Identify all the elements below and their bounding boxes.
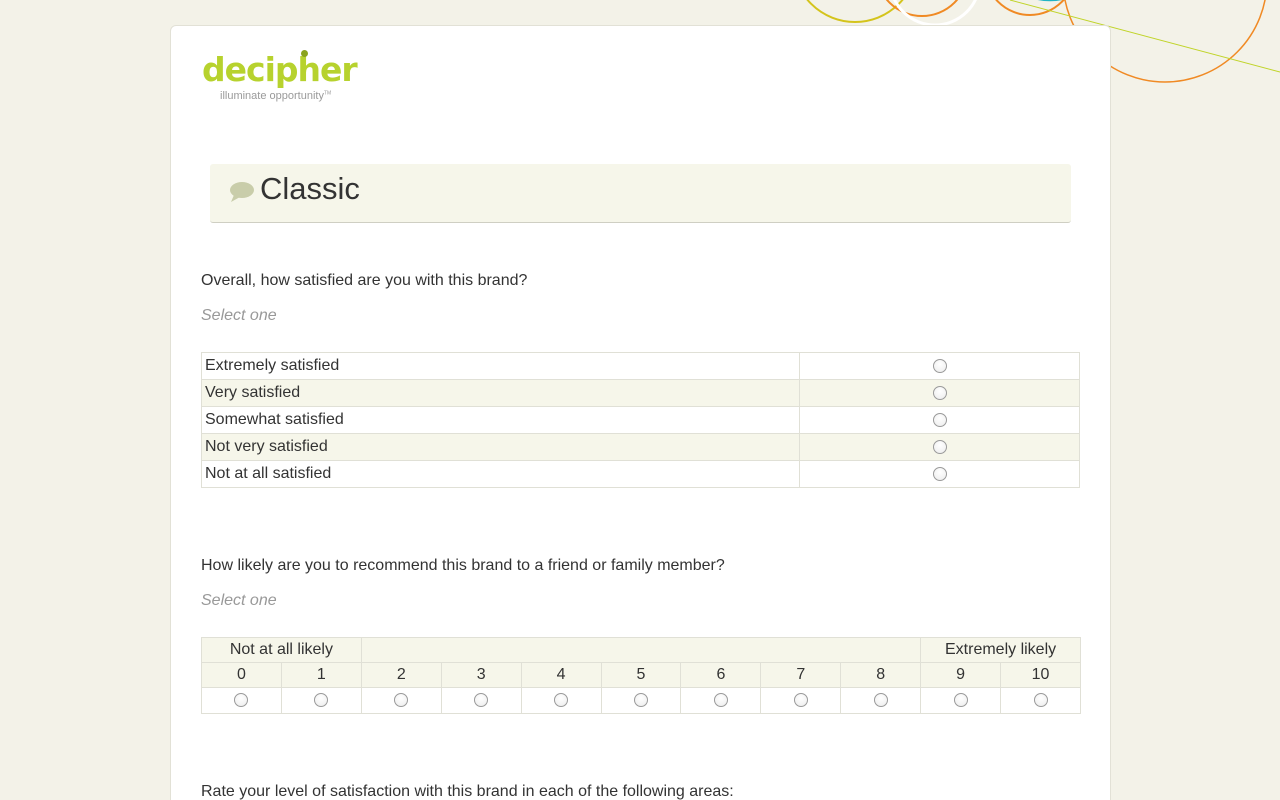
q2-scale-number: 9 [920,662,1002,688]
q2-scale-number: 4 [520,662,602,688]
q2-anchor-spacer [360,637,922,663]
radio-button[interactable] [234,693,249,708]
q1-question-text: Overall, how satisfied are you with this… [201,272,528,289]
logo-dot [301,50,308,57]
q1-option-row[interactable]: Very satisfied [201,379,1080,407]
q2-radio-cell[interactable] [440,687,522,714]
q2-radio-cell[interactable] [1000,687,1081,714]
logo-tagline: illuminate opportunityTM [220,90,331,102]
q1-option-cell[interactable] [799,433,1080,461]
q1-option-cell[interactable] [799,406,1080,434]
survey-page: decipher illuminate opportunityTM Classi… [170,25,1111,800]
q2-scale-number: 1 [280,662,362,688]
radio-button[interactable] [932,439,947,454]
logo-tagline-text: illuminate opportunity [220,90,324,102]
q2-radio-cell[interactable] [360,687,442,714]
radio-button[interactable] [554,693,569,708]
q1-option-row[interactable]: Somewhat satisfied [201,406,1080,434]
radio-button[interactable] [932,412,947,427]
radio-button[interactable] [873,693,888,708]
page-title-box: Classic [210,164,1071,223]
q1-option-cell[interactable] [799,460,1080,488]
q1-instruction: Select one [201,307,277,324]
q2-scale-number: 6 [680,662,762,688]
radio-button[interactable] [474,693,489,708]
radio-button[interactable] [633,693,648,708]
q2-scale-number: 8 [840,662,922,688]
q2-scale-number: 3 [440,662,522,688]
radio-button[interactable] [932,466,947,481]
radio-button[interactable] [953,693,968,708]
radio-button[interactable] [394,693,409,708]
page-title: Classic [260,171,360,206]
q2-radio-cell[interactable] [840,687,922,714]
radio-button[interactable] [793,693,808,708]
q2-scale-number: 5 [600,662,682,688]
q2-question-text: How likely are you to recommend this bra… [201,557,725,574]
q2-radio-cell[interactable] [280,687,362,714]
q1-option-label: Not at all satisfied [201,460,800,488]
q2-scale-number: 7 [760,662,842,688]
q2-scale-table: Not at all likely Extremely likely 0 1 2… [201,637,1081,714]
q2-radio-cell[interactable] [920,687,1002,714]
q1-option-row[interactable]: Not very satisfied [201,433,1080,461]
q1-option-row[interactable]: Not at all satisfied [201,460,1080,488]
q1-option-row[interactable]: Extremely satisfied [201,352,1080,380]
radio-button[interactable] [932,358,947,373]
q2-scale-number: 10 [1000,662,1081,688]
q2-radio-cell[interactable] [520,687,602,714]
q3-question-text: Rate your level of satisfaction with thi… [201,783,734,800]
radio-button[interactable] [713,693,728,708]
q2-instruction: Select one [201,592,277,609]
q1-option-label: Not very satisfied [201,433,800,461]
q2-low-anchor: Not at all likely [201,637,362,663]
q2-radio-cell[interactable] [201,687,282,714]
q2-radio-cell[interactable] [600,687,682,714]
q2-number-row: 0 1 2 3 4 5 6 7 8 9 10 [201,662,1081,688]
radio-button[interactable] [314,693,329,708]
radio-button[interactable] [932,385,947,400]
q2-radio-cell[interactable] [760,687,842,714]
radio-button[interactable] [1033,693,1048,708]
q1-option-label: Somewhat satisfied [201,406,800,434]
logo-tagline-mark: TM [323,90,332,97]
q2-high-anchor: Extremely likely [920,637,1081,663]
q1-answer-table: Extremely satisfied Very satisfied Somew… [201,352,1080,488]
logo-wordmark: decipher [202,50,358,89]
speech-bubble-icon [230,182,254,202]
q1-option-cell[interactable] [799,379,1080,407]
q1-option-cell[interactable] [799,352,1080,380]
q2-scale-number: 2 [360,662,442,688]
q2-anchor-row: Not at all likely Extremely likely [201,637,1081,663]
q1-option-label: Very satisfied [201,379,800,407]
q2-radio-cell[interactable] [680,687,762,714]
q1-option-label: Extremely satisfied [201,352,800,380]
q2-scale-number: 0 [201,662,282,688]
decipher-logo: decipher illuminate opportunityTM [202,50,402,110]
q2-radio-row [201,687,1081,714]
